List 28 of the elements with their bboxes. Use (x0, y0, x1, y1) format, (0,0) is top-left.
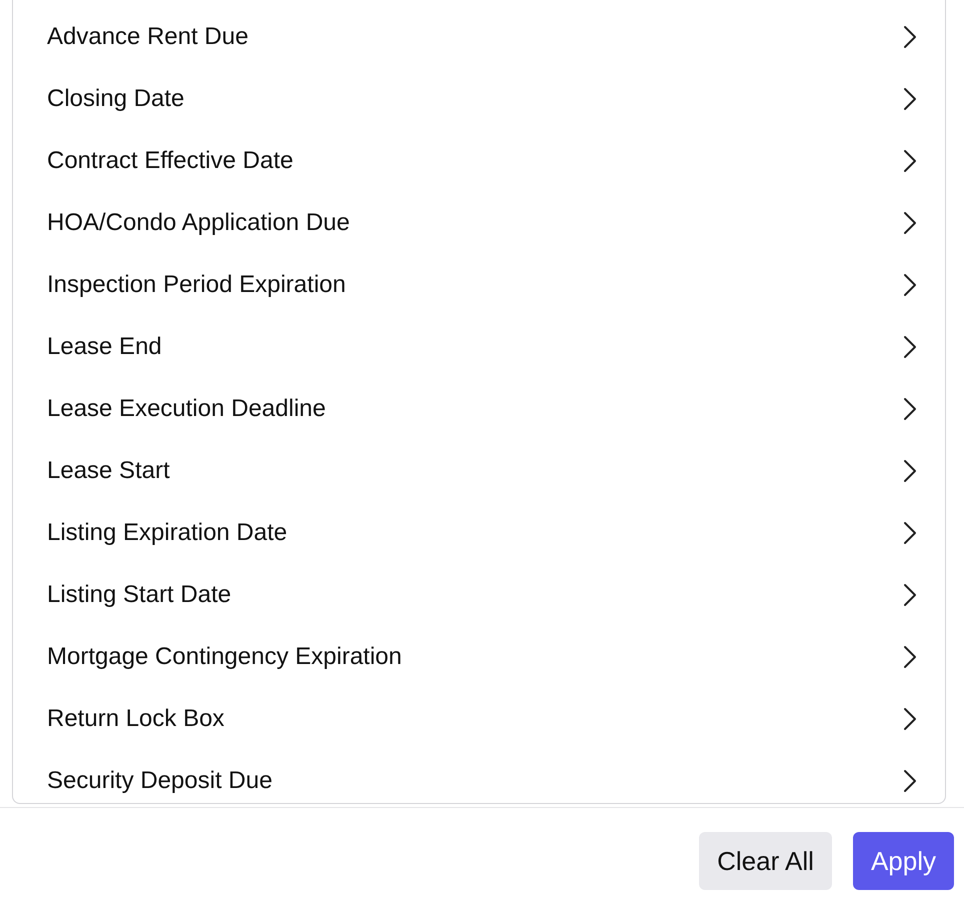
list-item[interactable]: Lease End (13, 316, 945, 378)
chevron-right-icon (903, 25, 917, 49)
chevron-right-icon (903, 645, 917, 669)
apply-button[interactable]: Apply (852, 832, 954, 890)
list-item[interactable]: HOA/Condo Application Due (13, 192, 945, 254)
clear-button[interactable]: Clear All (699, 832, 832, 890)
chevron-right-icon (903, 273, 917, 297)
chevron-right-icon (903, 335, 917, 359)
list-item[interactable]: Mortgage Contingency Expiration (13, 626, 945, 688)
list-item[interactable]: Return Lock Box (13, 688, 945, 750)
chevron-right-icon (903, 211, 917, 235)
list-item[interactable]: Closing Date (13, 68, 945, 130)
list-item[interactable]: Lease Execution Deadline (13, 378, 945, 440)
list-item[interactable]: Listing Start Date (13, 564, 945, 626)
chevron-right-icon (903, 397, 917, 421)
list-item[interactable]: Contract Effective Date (13, 130, 945, 192)
chevron-right-icon (903, 521, 917, 545)
list-item[interactable]: Inspection Period Expiration (13, 254, 945, 316)
chevron-right-icon (903, 707, 917, 731)
chevron-right-icon (903, 459, 917, 483)
list-item[interactable]: Lease Start (13, 440, 945, 502)
list-item[interactable]: Listing Expiration Date (13, 502, 945, 564)
list-item[interactable]: Security Deposit Due (13, 750, 945, 812)
chevron-right-icon (903, 87, 917, 111)
list-item[interactable]: Advance Rent Due (13, 6, 945, 68)
chevron-right-icon (903, 149, 917, 173)
chevron-right-icon (903, 769, 917, 793)
chevron-right-icon (903, 583, 917, 607)
